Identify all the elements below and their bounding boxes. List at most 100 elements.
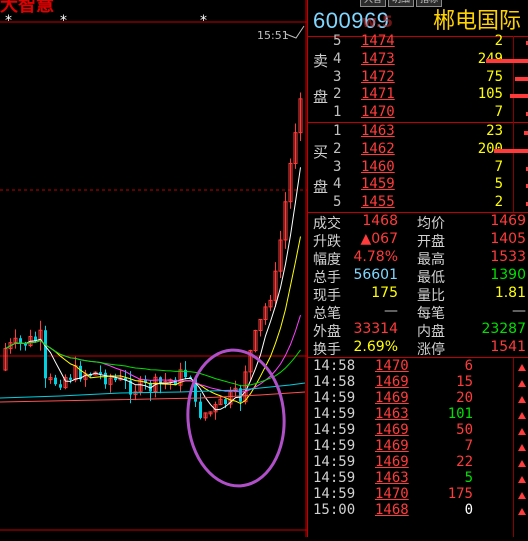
- sell-price: 1470: [361, 104, 395, 121]
- buy-idx: 1: [333, 123, 342, 139]
- sell-label-1: 卖: [313, 52, 329, 70]
- sell-depth-bar: [510, 94, 528, 99]
- sell-row[interactable]: 1 1470 7: [333, 104, 503, 122]
- summary-value: 1541: [490, 339, 526, 355]
- chart-time-label: 15:51: [257, 29, 289, 42]
- buy-price: 1459: [361, 176, 395, 193]
- tick-price: 1468: [375, 502, 409, 518]
- summary-value: 4.78%: [353, 249, 398, 265]
- sell-idx: 2: [333, 86, 342, 103]
- tick-price: 1469: [375, 422, 409, 438]
- star-marker-2: *: [200, 13, 207, 29]
- tick-vol: 15: [456, 374, 473, 390]
- sell-vol: 2: [494, 33, 503, 49]
- summary-value: 33314: [353, 321, 398, 337]
- tick-price: 1463: [375, 470, 409, 486]
- tick-row[interactable]: 14:59 1470 175: [313, 486, 473, 502]
- buy-idx: 5: [333, 194, 342, 211]
- summary-label: 每笔: [417, 306, 445, 322]
- tick-time: 14:59: [313, 438, 356, 454]
- sell-price: 1472: [361, 68, 395, 85]
- summary-label: 外盘: [313, 324, 341, 340]
- sell-row[interactable]: 5 1474 2: [333, 33, 503, 51]
- buy-row[interactable]: 5 1455 2: [333, 194, 503, 212]
- tick-price: 1463: [375, 406, 409, 422]
- tick-scrollbar[interactable]: [513, 358, 514, 537]
- tick-row[interactable]: 14:58 1469 15: [313, 374, 473, 390]
- sell-idx: 4: [333, 50, 342, 67]
- summary-value: 1469: [490, 213, 526, 229]
- tick-row[interactable]: 14:59 1469 7: [313, 438, 473, 454]
- summary-label: 开盘: [417, 234, 445, 250]
- buy-price: 1460: [361, 158, 395, 175]
- buy-depth-bar: [524, 131, 528, 135]
- chart-canvas: * * * 15:51: [0, 0, 307, 537]
- sell-row[interactable]: 41473249: [333, 51, 503, 69]
- summary-label: 均价: [417, 216, 445, 232]
- candle-body: [19, 338, 22, 343]
- tick-arrow-icon: [518, 380, 526, 387]
- tick-vol: 175: [447, 486, 473, 502]
- tick-arrow-icon: [518, 476, 526, 483]
- candle-body: [69, 377, 72, 380]
- sell-idx: 3: [333, 68, 342, 85]
- summary-value: 2.69%: [353, 339, 398, 355]
- tick-price: 1469: [375, 390, 409, 406]
- tick-row[interactable]: 14:59 1463 5: [313, 470, 473, 486]
- tick-time: 14:59: [313, 406, 356, 422]
- tick-row[interactable]: 14:59 1469 20: [313, 390, 473, 406]
- tick-price: 1469: [375, 454, 409, 470]
- ma-line: [5, 314, 301, 393]
- candle-body: [224, 399, 227, 405]
- buy-price: 1455: [361, 194, 395, 211]
- tick-vol: 0: [464, 502, 473, 518]
- summary-label: 最低: [417, 270, 445, 286]
- buy-row[interactable]: 3 1460 7: [333, 159, 503, 177]
- buy-vol: 2: [494, 194, 503, 211]
- buy-row[interactable]: 4 1459 5: [333, 176, 503, 194]
- tick-arrow-icon: [518, 508, 526, 515]
- tick-time: 15:00: [313, 502, 356, 518]
- sell-depth-bar: [486, 58, 528, 63]
- tick-time: 14:58: [313, 358, 356, 374]
- summary-row: 幅度 4.78% 最高 1533: [313, 249, 526, 268]
- candle-body: [59, 384, 62, 388]
- star-marker-1: *: [60, 13, 67, 29]
- stock-name: 郴电国际: [433, 9, 522, 34]
- buy-row[interactable]: 2 1462 200: [333, 141, 503, 159]
- tick-row[interactable]: 14:59 1469 22: [313, 454, 473, 470]
- summary-value: —: [512, 303, 526, 319]
- tick-price: 1470: [375, 486, 409, 502]
- summary-row: 换手 2.69% 涨停 1541: [313, 339, 526, 358]
- tick-price: 1470: [375, 358, 409, 374]
- watermark: w.5: [362, 12, 393, 31]
- tick-row[interactable]: 14:59 1463 101: [313, 406, 473, 422]
- tick-row[interactable]: 14:59 1469 50: [313, 422, 473, 438]
- candle-body: [54, 377, 57, 385]
- tick-vol: 22: [456, 454, 473, 470]
- tick-row[interactable]: 15:00 1468 0: [313, 502, 473, 518]
- summary-label: 总手: [313, 270, 341, 286]
- summary-value: 175: [371, 285, 398, 301]
- buy-price: 1463: [361, 123, 395, 139]
- summary-value: 1468: [362, 213, 398, 229]
- tick-price: 1469: [375, 438, 409, 454]
- tick-arrow-icon: [518, 396, 526, 403]
- summary-label: 内盘: [417, 324, 445, 340]
- price-chart[interactable]: * * * 15:51: [0, 0, 307, 537]
- sell-row[interactable]: 3 1472 75: [333, 69, 503, 87]
- summary-value: 23287: [481, 321, 526, 337]
- buy-row[interactable]: 1 1463 23: [333, 123, 503, 141]
- tick-time: 14:59: [313, 486, 356, 502]
- tick-row[interactable]: 14:58 1470 6: [313, 358, 473, 374]
- candle-body: [114, 378, 117, 381]
- tick-price: 1469: [375, 374, 409, 390]
- tick-time: 14:58: [313, 374, 356, 390]
- sell-depth-bar: [515, 76, 528, 81]
- annotation-circle: [186, 348, 286, 488]
- sell-row[interactable]: 2 1471 105: [333, 86, 503, 104]
- summary-label: 量比: [417, 288, 445, 304]
- buy-vol: 7: [494, 158, 503, 175]
- tick-vol: 50: [456, 422, 473, 438]
- buy-vol: 23: [486, 123, 503, 139]
